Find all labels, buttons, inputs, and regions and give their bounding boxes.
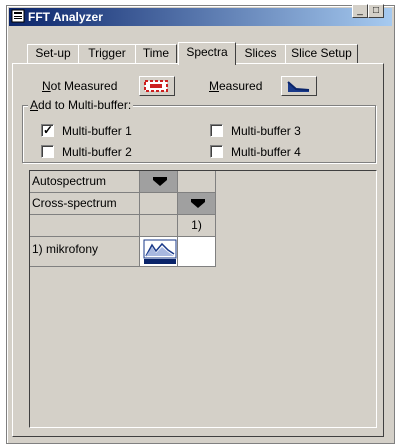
- multibuffer-2-label: Multi-buffer 2: [62, 145, 132, 159]
- autospectrum-select-button[interactable]: [140, 171, 178, 193]
- measured-button[interactable]: [281, 76, 317, 96]
- not-measured-button[interactable]: [139, 76, 175, 96]
- tab-spectra[interactable]: Spectra: [178, 42, 236, 65]
- tab-trigger[interactable]: Trigger: [78, 44, 136, 63]
- multibuffer-3-checkbox[interactable]: [210, 124, 223, 137]
- measured-label: Measured: [209, 79, 263, 93]
- spectra-grid: Autospectrum Cross-spectrum 1) 1) mikrof…: [29, 170, 377, 428]
- multibuffer-3-label: Multi-buffer 3: [231, 124, 301, 138]
- row-blank: [30, 215, 140, 237]
- row-mikrofony: 1) mikrofony: [30, 237, 140, 267]
- multibuffer-group-title: Add to Multi-buffer:: [28, 98, 134, 112]
- multibuffer-1-label: Multi-buffer 1: [62, 124, 132, 138]
- measured-spectrum-icon: [143, 239, 177, 264]
- arrow-down-icon: [191, 199, 205, 208]
- grid-cell: [178, 171, 216, 193]
- arrow-down-icon: [153, 177, 167, 186]
- grid-cell: [140, 215, 178, 237]
- cross-spectrum-select-button[interactable]: [178, 193, 216, 215]
- check-mark-icon: ✓: [43, 123, 54, 137]
- maximize-button[interactable]: □: [368, 4, 384, 18]
- column-header-1: 1): [178, 215, 216, 237]
- window-title: FFT Analyzer: [28, 10, 103, 24]
- tab-time[interactable]: Time: [135, 44, 177, 63]
- multibuffer-1-checkbox[interactable]: ✓: [41, 123, 54, 137]
- measured-spectrum-icon: [287, 81, 310, 92]
- tab-setup[interactable]: Set-up: [27, 44, 79, 63]
- not-measured-label: Not Measured: [42, 79, 118, 93]
- grid-cell: [140, 193, 178, 215]
- app-icon: [11, 9, 25, 23]
- row-cross-spectrum: Cross-spectrum: [30, 193, 140, 215]
- not-measured-icon: [144, 80, 168, 92]
- row-autospectrum: Autospectrum: [30, 171, 140, 193]
- tab-slices[interactable]: Slices: [235, 44, 286, 63]
- mikrofony-autospectrum-cell[interactable]: [140, 237, 178, 267]
- multibuffer-2-checkbox[interactable]: [41, 145, 54, 158]
- mikrofony-cross-cell[interactable]: [178, 237, 216, 267]
- minimize-button[interactable]: _: [352, 4, 368, 18]
- multibuffer-4-checkbox[interactable]: [210, 145, 223, 158]
- multibuffer-4-label: Multi-buffer 4: [231, 145, 301, 159]
- tab-slice-setup[interactable]: Slice Setup: [285, 44, 358, 63]
- title-bar[interactable]: FFT Analyzer: [9, 8, 392, 26]
